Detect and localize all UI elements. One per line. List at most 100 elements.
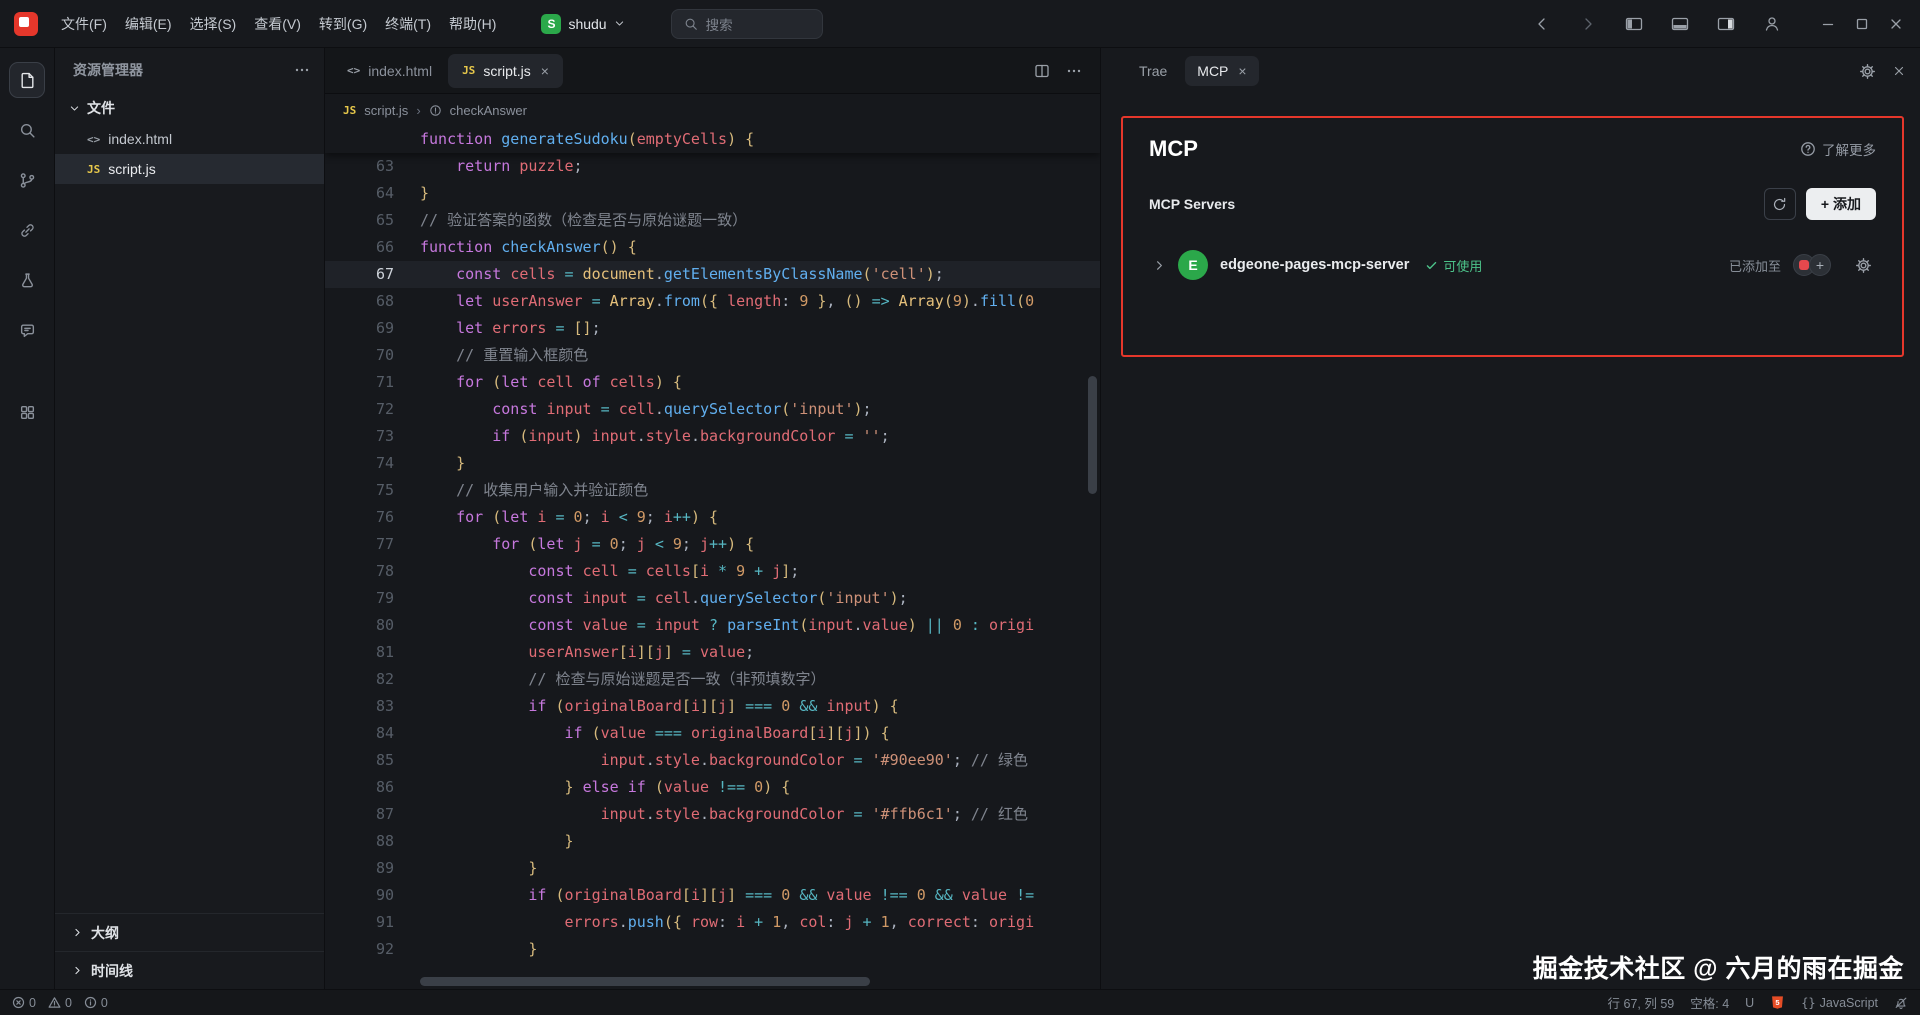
code-line[interactable]: 88 } [325,828,1100,855]
line-number[interactable]: 69 [325,315,420,342]
close-tab-icon[interactable]: × [541,63,549,79]
remote-link-icon[interactable] [9,212,45,248]
menu-item[interactable]: 终端(T) [376,9,440,39]
code-line[interactable]: 63 return puzzle; [325,153,1100,180]
code-line[interactable]: 87 input.style.backgroundColor = '#ffb6c… [325,801,1100,828]
line-number[interactable]: 81 [325,639,420,666]
file-item-index-html[interactable]: <> index.html [55,124,324,154]
timeline-section[interactable]: 时间线 [55,951,324,989]
line-number[interactable]: 65 [325,207,420,234]
indentation-setting[interactable]: 空格: 4 [1690,993,1729,1012]
line-number[interactable]: 71 [325,369,420,396]
problems-warnings[interactable]: 0 [48,996,72,1010]
code-line[interactable]: 89 } [325,855,1100,882]
line-number[interactable]: 67 [325,261,420,288]
code-line[interactable]: 74 } [325,450,1100,477]
code-line[interactable]: 90 if (originalBoard[i][j] === 0 && valu… [325,882,1100,909]
code-line[interactable]: 75 // 收集用户输入并验证颜色 [325,477,1100,504]
toggle-left-sidebar-button[interactable] [1620,10,1648,38]
line-number[interactable]: 84 [325,720,420,747]
cursor-position[interactable]: 行 67, 列 59 [1608,993,1675,1012]
code-line[interactable]: 65// 验证答案的函数（检查是否与原始谜题一致） [325,207,1100,234]
encoding-setting[interactable]: U [1745,996,1754,1010]
code-line[interactable]: 78 const cell = cells[i * 9 + j]; [325,558,1100,585]
line-number[interactable]: 89 [325,855,420,882]
line-number[interactable]: 75 [325,477,420,504]
code-line[interactable]: 73 if (input) input.style.backgroundColo… [325,423,1100,450]
line-number[interactable]: 73 [325,423,420,450]
menu-item[interactable]: 选择(S) [181,9,246,39]
code-line[interactable]: 72 const input = cell.querySelector('inp… [325,396,1100,423]
toggle-right-sidebar-button[interactable] [1712,10,1740,38]
search-sidebar-icon[interactable] [9,112,45,148]
menu-item[interactable]: 转到(G) [310,9,376,39]
problems-errors[interactable]: 0 [12,996,36,1010]
app-logo-icon[interactable] [14,12,38,36]
code-line[interactable]: 76 for (let i = 0; i < 9; i++) { [325,504,1100,531]
code-line[interactable]: 86 } else if (value !== 0) { [325,774,1100,801]
add-server-button[interactable]: + 添加 [1806,188,1876,220]
line-number[interactable]: 63 [325,153,420,180]
line-number[interactable]: 74 [325,450,420,477]
line-number[interactable]: 80 [325,612,420,639]
code-line[interactable]: 81 userAnswer[i][j] = value; [325,639,1100,666]
code-line[interactable]: 67 const cells = document.getElementsByC… [325,261,1100,288]
added-project-avatars[interactable]: + [1793,254,1831,276]
back-button[interactable] [1528,10,1556,38]
notifications-bell-icon[interactable] [1894,996,1908,1010]
files-section-header[interactable]: 文件 [55,92,324,124]
code-line[interactable]: 64} [325,180,1100,207]
language-mode[interactable]: {} JavaScript [1801,996,1878,1010]
editor-more-actions-icon[interactable] [1066,63,1082,79]
menu-item[interactable]: 查看(V) [245,9,310,39]
menu-item[interactable]: 文件(F) [52,9,116,39]
line-number[interactable]: 91 [325,909,420,936]
code-line[interactable]: 85 input.style.backgroundColor = '#90ee9… [325,747,1100,774]
line-number[interactable]: 92 [325,936,420,963]
outline-section[interactable]: 大纲 [55,913,324,951]
code-line[interactable]: 83 if (originalBoard[i][j] === 0 && inpu… [325,693,1100,720]
horizontal-scrollbar[interactable] [420,977,870,986]
line-number[interactable]: 79 [325,585,420,612]
forward-button[interactable] [1574,10,1602,38]
panel-settings-gear-icon[interactable] [1859,63,1876,80]
line-number[interactable]: 85 [325,747,420,774]
close-window-button[interactable] [1882,10,1910,38]
test-flask-icon[interactable] [9,262,45,298]
vertical-scrollbar[interactable] [1088,376,1097,494]
project-switcher[interactable]: S shudu [533,10,632,38]
server-settings-gear-icon[interactable] [1855,257,1872,274]
tab-index-html[interactable]: <> index.html [333,54,446,88]
minimize-button[interactable] [1814,10,1842,38]
learn-more-link[interactable]: 了解更多 [1800,139,1876,159]
menu-item[interactable]: 编辑(E) [116,9,181,39]
code-line[interactable]: 77 for (let j = 0; j < 9; j++) { [325,531,1100,558]
split-editor-icon[interactable] [1034,63,1050,79]
maximize-button[interactable] [1848,10,1876,38]
breadcrumb-file[interactable]: script.js [364,103,408,118]
code-line[interactable]: 69 let errors = []; [325,315,1100,342]
code-line[interactable]: 71 for (let cell of cells) { [325,369,1100,396]
mcp-server-row[interactable]: E edgeone-pages-mcp-server 可使用 已添加至 + [1149,238,1876,292]
line-number[interactable]: 78 [325,558,420,585]
line-number[interactable]: 87 [325,801,420,828]
line-number[interactable]: 86 [325,774,420,801]
line-number[interactable]: 64 [325,180,420,207]
close-panel-icon[interactable] [1892,64,1906,78]
breadcrumb[interactable]: JS script.js › checkAnswer [325,94,1100,126]
search-input[interactable]: 搜索 [671,9,823,39]
line-number[interactable] [325,126,420,153]
line-number[interactable]: 83 [325,693,420,720]
file-item-script-js[interactable]: JS script.js [55,154,324,184]
problems-info[interactable]: 0 [84,996,108,1010]
chat-icon[interactable] [9,312,45,348]
line-number[interactable]: 76 [325,504,420,531]
breadcrumb-symbol[interactable]: checkAnswer [450,103,527,118]
refresh-button[interactable] [1764,188,1796,220]
code-line[interactable]: 79 const input = cell.querySelector('inp… [325,585,1100,612]
toggle-panel-button[interactable] [1666,10,1694,38]
code-line[interactable]: 84 if (value === originalBoard[i][j]) { [325,720,1100,747]
code-line[interactable]: 82 // 检查与原始谜题是否一致（非预填数字） [325,666,1100,693]
expand-chevron-icon[interactable] [1153,259,1166,272]
close-tab-icon[interactable]: × [1238,63,1246,79]
